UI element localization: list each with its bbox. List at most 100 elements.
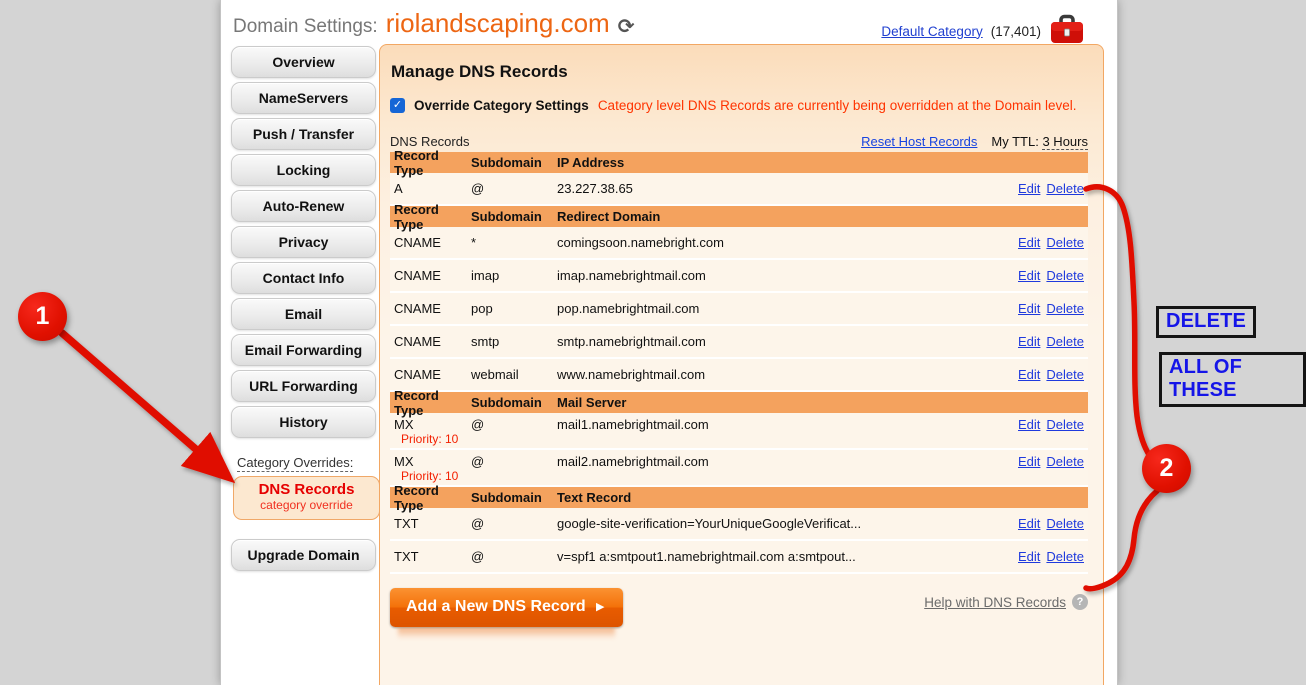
dns-records-override-title: DNS Records — [234, 482, 379, 498]
edit-link[interactable]: Edit — [1018, 454, 1040, 469]
add-dns-record-button[interactable]: Add a New DNS Record ▶ — [390, 588, 623, 627]
ttl-value[interactable]: 3 Hours — [1042, 134, 1088, 150]
value-cell: mail2.namebrightmail.com — [557, 454, 1018, 469]
delete-link[interactable]: Delete — [1046, 454, 1084, 469]
value-cell: imap.namebrightmail.com — [557, 268, 1018, 283]
delete-annotation-box: DELETE — [1156, 306, 1256, 338]
subdomain-cell: webmail — [471, 367, 557, 382]
value-cell: comingsoon.namebright.com — [557, 235, 1018, 250]
help-dns-records-link[interactable]: Help with DNS Records — [924, 595, 1066, 610]
record-type-cell: CNAME — [390, 334, 471, 349]
table-row: CNAME * comingsoon.namebright.com EditDe… — [390, 227, 1088, 260]
col-header-value: Text Record — [557, 490, 1088, 505]
domain-name: riolandscaping.com — [386, 8, 610, 39]
edit-link[interactable]: Edit — [1018, 417, 1040, 432]
step2-badge: 2 — [1142, 444, 1191, 493]
sidebar-item-url-forwarding[interactable]: URL Forwarding — [231, 370, 376, 402]
app-window: Domain Settings: riolandscaping.com ⟳ De… — [220, 0, 1118, 685]
delete-link[interactable]: Delete — [1046, 516, 1084, 531]
header-right: Default Category (17,401) — [881, 14, 1085, 48]
edit-link[interactable]: Edit — [1018, 301, 1040, 316]
edit-link[interactable]: Edit — [1018, 367, 1040, 382]
table-row: MX Priority: 10 @ mail2.namebrightmail.c… — [390, 450, 1088, 487]
col-header-subdomain: Subdomain — [471, 395, 557, 410]
edit-link[interactable]: Edit — [1018, 235, 1040, 250]
override-settings-row: ✓ Override Category Settings Category le… — [390, 98, 1088, 113]
subdomain-cell: @ — [471, 516, 557, 531]
arrow-right-icon: ▶ — [596, 601, 604, 613]
subdomain-cell: @ — [471, 549, 557, 564]
edit-link[interactable]: Edit — [1018, 549, 1040, 564]
edit-link[interactable]: Edit — [1018, 181, 1040, 196]
record-type-cell: CNAME — [390, 301, 471, 316]
delete-link[interactable]: Delete — [1046, 367, 1084, 382]
edit-link[interactable]: Edit — [1018, 334, 1040, 349]
dns-records-override-subtitle: category override — [234, 498, 379, 512]
default-category-link[interactable]: Default Category — [881, 24, 982, 39]
value-cell: 23.227.38.65 — [557, 181, 1018, 196]
sidebar-item-history[interactable]: History — [231, 406, 376, 438]
sidebar-item-dns-records-override[interactable]: DNS Records category override — [233, 476, 380, 520]
table-row: CNAME pop pop.namebrightmail.com EditDel… — [390, 293, 1088, 326]
subdomain-cell: pop — [471, 301, 557, 316]
sidebar-item-contact-info[interactable]: Contact Info — [231, 262, 376, 294]
record-type-cell: MX Priority: 10 — [390, 454, 471, 484]
question-mark-icon[interactable]: ? — [1072, 594, 1088, 610]
category-count: (17,401) — [991, 24, 1041, 39]
col-header-subdomain: Subdomain — [471, 490, 557, 505]
add-dns-record-label: Add a New DNS Record — [406, 598, 586, 615]
sidebar-item-push-transfer[interactable]: Push / Transfer — [231, 118, 376, 150]
record-type: MX — [394, 417, 471, 432]
value-cell: mail1.namebrightmail.com — [557, 417, 1018, 432]
ttl-text: My TTL: 3 Hours — [991, 134, 1088, 149]
upgrade-domain-button[interactable]: Upgrade Domain — [231, 539, 376, 571]
reset-host-records-link[interactable]: Reset Host Records — [861, 134, 977, 149]
panel-title: Manage DNS Records — [391, 62, 1088, 82]
table-section-header: Record Type Subdomain IP Address — [390, 152, 1088, 173]
delete-link[interactable]: Delete — [1046, 181, 1084, 196]
record-type-cell: CNAME — [390, 235, 471, 250]
category-overrides-label[interactable]: Category Overrides: — [237, 455, 353, 472]
toolbox-icon[interactable] — [1049, 12, 1085, 46]
col-header-subdomain: Subdomain — [471, 155, 557, 170]
step1-badge: 1 — [18, 292, 67, 341]
step1-arrow — [62, 333, 221, 471]
record-type-cell: CNAME — [390, 268, 471, 283]
sidebar-item-privacy[interactable]: Privacy — [231, 226, 376, 258]
value-cell: www.namebrightmail.com — [557, 367, 1018, 382]
refresh-icon[interactable]: ⟳ — [618, 14, 635, 39]
col-header-value: IP Address — [557, 155, 1088, 170]
record-type-cell: TXT — [390, 549, 471, 564]
record-type-cell: CNAME — [390, 367, 471, 382]
delete-link[interactable]: Delete — [1046, 301, 1084, 316]
sidebar-item-nameservers[interactable]: NameServers — [231, 82, 376, 114]
dns-panel: Manage DNS Records ✓ Override Category S… — [379, 44, 1104, 685]
edit-link[interactable]: Edit — [1018, 516, 1040, 531]
override-checkbox-label: Override Category Settings — [414, 98, 589, 113]
header: Domain Settings: riolandscaping.com ⟳ — [233, 8, 634, 39]
delete-link[interactable]: Delete — [1046, 268, 1084, 283]
value-cell: v=spf1 a:smtpout1.namebrightmail.com a:s… — [557, 549, 1018, 564]
delete-link[interactable]: Delete — [1046, 334, 1084, 349]
sidebar-item-email[interactable]: Email — [231, 298, 376, 330]
sidebar-item-overview[interactable]: Overview — [231, 46, 376, 78]
col-header-record-type: Record Type — [390, 148, 471, 178]
table-section-header: Record Type Subdomain Redirect Domain — [390, 206, 1088, 227]
table-row: CNAME imap imap.namebrightmail.com EditD… — [390, 260, 1088, 293]
delete-link[interactable]: Delete — [1046, 235, 1084, 250]
delete-link[interactable]: Delete — [1046, 417, 1084, 432]
value-cell: smtp.namebrightmail.com — [557, 334, 1018, 349]
dns-records-table: Record Type Subdomain IP Address A @ 23.… — [390, 152, 1088, 574]
sidebar-item-email-forwarding[interactable]: Email Forwarding — [231, 334, 376, 366]
subdomain-cell: @ — [471, 181, 557, 196]
table-row: TXT @ v=spf1 a:smtpout1.namebrightmail.c… — [390, 541, 1088, 574]
subdomain-cell: @ — [471, 417, 557, 432]
edit-link[interactable]: Edit — [1018, 268, 1040, 283]
col-header-record-type: Record Type — [390, 483, 471, 513]
override-category-checkbox[interactable]: ✓ — [390, 98, 405, 113]
table-meta-row: DNS Records Reset Host Records My TTL: 3… — [390, 134, 1088, 149]
sidebar-item-auto-renew[interactable]: Auto-Renew — [231, 190, 376, 222]
sidebar-item-locking[interactable]: Locking — [231, 154, 376, 186]
delete-link[interactable]: Delete — [1046, 549, 1084, 564]
page-title: Domain Settings: — [233, 16, 378, 38]
